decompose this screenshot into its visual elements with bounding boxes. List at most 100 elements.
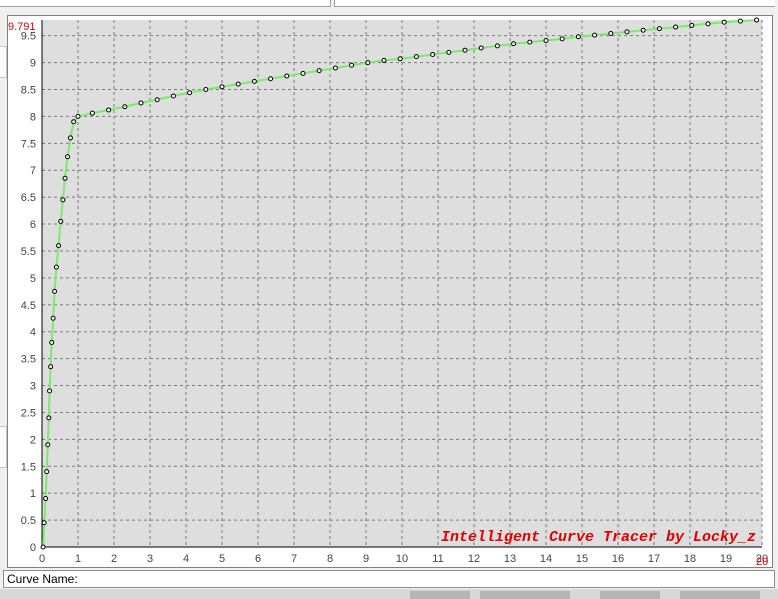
y-tick-label: 1 (30, 488, 36, 500)
y-tick-label: 3 (30, 381, 36, 393)
data-point (575, 34, 581, 40)
data-point (527, 39, 533, 45)
data-point (60, 197, 66, 203)
y-max-label: 9.791 (8, 21, 36, 33)
data-point (673, 24, 679, 30)
y-tick-label: 8 (30, 111, 36, 123)
x-tick-label: 1 (75, 553, 81, 565)
x-tick-label: 19 (720, 553, 732, 565)
data-point (543, 38, 549, 44)
data-point (251, 78, 257, 84)
x-tick-label: 6 (255, 553, 261, 565)
data-point (494, 43, 500, 49)
data-point (47, 388, 53, 394)
y-tick-label: 2.5 (21, 407, 36, 419)
y-tick-label: 5.5 (21, 246, 36, 258)
data-point (154, 97, 160, 103)
x-tick-label: 2 (111, 553, 117, 565)
data-point (381, 57, 387, 63)
y-tick-label: 9 (30, 58, 36, 70)
data-point (721, 19, 727, 25)
x-tick-label: 7 (291, 553, 297, 565)
data-point (397, 56, 403, 62)
x-tick-labels: 0 1 2 3 4 5 6 7 8 9 10 11 12 13 14 15 16 17 18 19 20 (39, 553, 768, 565)
curve-chart[interactable]: 00.511.522.533.544.555.566.577.588.599.5… (0, 0, 778, 572)
y-tick-label: 7 (30, 165, 36, 177)
y-tick-label: 0 (30, 542, 36, 554)
data-point (365, 60, 371, 66)
bottom-fragment-2 (480, 591, 570, 599)
data-point (689, 22, 695, 28)
data-point (41, 520, 47, 526)
data-point (43, 496, 49, 502)
x-tick-label: 0 (39, 553, 45, 565)
data-point (71, 119, 77, 125)
data-point (203, 86, 209, 92)
data-point (592, 32, 598, 38)
data-point (413, 54, 419, 60)
data-point (138, 100, 144, 106)
x-tick-label: 4 (183, 553, 189, 565)
x-tick-label: 18 (684, 553, 696, 565)
data-point (62, 175, 68, 181)
data-point (44, 469, 50, 475)
data-point (187, 90, 193, 96)
y-tick-label: 2 (30, 434, 36, 446)
data-point (268, 76, 274, 82)
data-point (58, 218, 64, 224)
data-point (656, 26, 662, 32)
data-point (316, 68, 322, 74)
data-point (89, 110, 95, 116)
x-tick-label: 15 (576, 553, 588, 565)
data-point (50, 315, 56, 321)
data-point (332, 65, 338, 71)
x-tick-label: 11 (432, 553, 443, 565)
y-tick-label: 0.5 (21, 515, 36, 527)
y-tick-label: 7.5 (21, 138, 36, 150)
data-point (300, 70, 306, 76)
x-max-label: 20 (756, 556, 768, 568)
data-point (45, 442, 51, 448)
data-point (219, 84, 225, 90)
y-tick-label: 4.5 (21, 300, 36, 312)
x-tick-label: 14 (540, 553, 552, 565)
data-point (56, 243, 62, 249)
y-tick-label: 6 (30, 219, 36, 231)
data-point (559, 36, 565, 42)
x-tick-label: 17 (648, 553, 660, 565)
data-point (640, 27, 646, 33)
data-point (49, 339, 55, 345)
data-point (430, 52, 436, 58)
data-point (284, 73, 290, 79)
data-point (46, 415, 52, 421)
data-point (624, 29, 630, 35)
data-point (462, 47, 468, 53)
curve-name-label: Curve Name: (7, 572, 78, 586)
data-point (65, 154, 71, 160)
data-point (122, 104, 128, 110)
data-point (48, 364, 54, 370)
data-point (478, 45, 484, 51)
status-bar: Curve Name: (3, 570, 775, 588)
data-point (608, 31, 614, 37)
data-point (446, 49, 452, 55)
data-point (754, 17, 760, 23)
data-point (170, 93, 176, 99)
watermark-text: Intelligent Curve Tracer by Locky_z (441, 529, 756, 546)
y-tick-label: 8.5 (21, 84, 36, 96)
x-tick-label: 5 (219, 553, 225, 565)
data-point (75, 113, 81, 119)
bottom-fragment-4 (680, 591, 760, 599)
bottom-fragment-3 (600, 591, 660, 599)
data-point (52, 288, 58, 294)
data-point (106, 107, 112, 113)
data-point (40, 544, 46, 550)
x-tick-label: 16 (612, 553, 624, 565)
y-tick-label: 3.5 (21, 354, 36, 366)
x-tick-label: 3 (147, 553, 153, 565)
y-tick-label: 4 (30, 327, 36, 339)
data-point (53, 264, 59, 270)
x-tick-label: 12 (468, 553, 480, 565)
data-point (705, 21, 711, 27)
data-point (737, 18, 743, 24)
